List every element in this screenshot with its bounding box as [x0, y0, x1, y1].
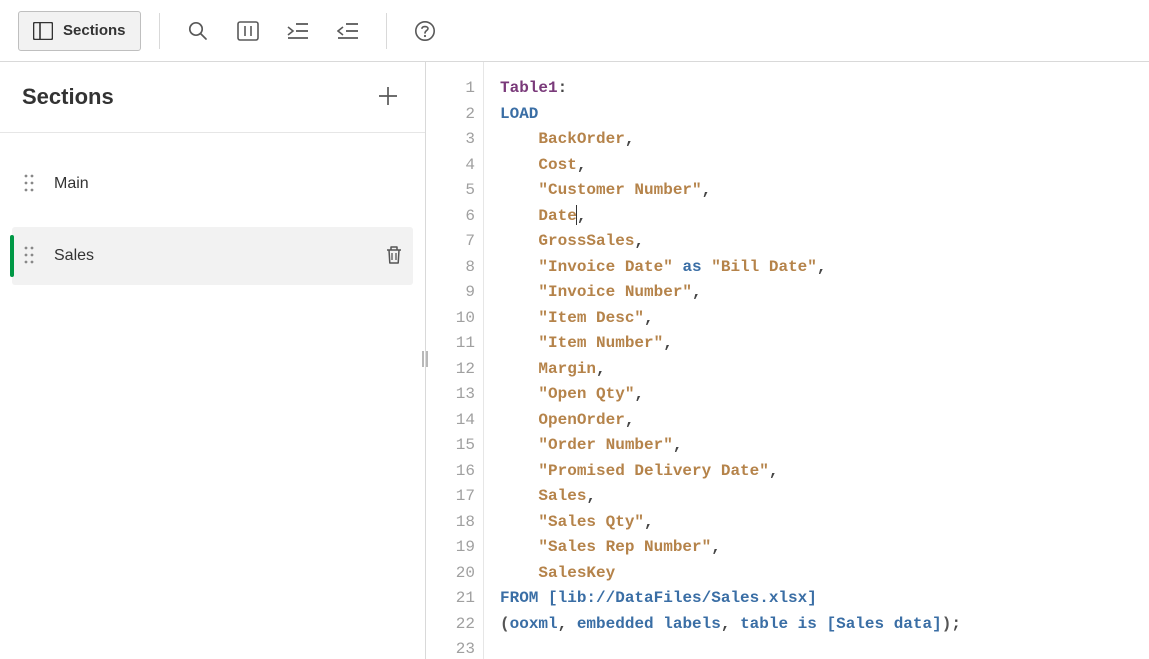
code-line[interactable]: SalesKey [500, 561, 1149, 587]
code-area[interactable]: Table1:LOAD BackOrder, Cost, "Customer N… [484, 62, 1149, 659]
help-icon [414, 20, 436, 42]
code-line[interactable]: Date, [500, 204, 1149, 230]
code-line[interactable]: Margin, [500, 357, 1149, 383]
code-line[interactable]: "Sales Qty", [500, 510, 1149, 536]
line-number: 9 [426, 280, 475, 306]
panel-icon [33, 22, 53, 40]
code-line[interactable]: "Item Number", [500, 331, 1149, 357]
outdent-icon [337, 22, 359, 40]
divider [159, 13, 160, 49]
code-line[interactable]: BackOrder, [500, 127, 1149, 153]
code-line[interactable]: "Customer Number", [500, 178, 1149, 204]
search-button[interactable] [178, 11, 218, 51]
sidebar-item-label: Main [54, 175, 403, 193]
help-button[interactable] [405, 11, 445, 51]
sidebar-header: Sections [0, 62, 425, 133]
sidebar: Sections Main Sales [0, 62, 426, 659]
outdent-button[interactable] [328, 11, 368, 51]
line-number: 15 [426, 433, 475, 459]
line-number: 7 [426, 229, 475, 255]
trash-icon [385, 252, 403, 268]
code-line[interactable]: "Invoice Date" as "Bill Date", [500, 255, 1149, 281]
delete-section-button[interactable] [385, 245, 403, 268]
sidebar-item-label: Sales [54, 247, 385, 265]
comment-icon [237, 21, 259, 41]
section-list: Main Sales [0, 133, 425, 299]
code-line[interactable]: GrossSales, [500, 229, 1149, 255]
code-line[interactable]: FROM [lib://DataFiles/Sales.xlsx] [500, 586, 1149, 612]
comment-toggle-button[interactable] [228, 11, 268, 51]
main: Sections MainSales 123456789101112131415… [0, 62, 1149, 659]
code-line[interactable]: Cost, [500, 153, 1149, 179]
plus-icon [378, 82, 398, 113]
line-number: 2 [426, 102, 475, 128]
code-line[interactable]: "Item Desc", [500, 306, 1149, 332]
code-line[interactable]: "Order Number", [500, 433, 1149, 459]
grip-icon [421, 351, 429, 370]
add-section-button[interactable] [373, 82, 403, 112]
code-editor[interactable]: 1234567891011121314151617181920212223 Ta… [426, 62, 1149, 659]
indent-button[interactable] [278, 11, 318, 51]
code-line[interactable] [500, 637, 1149, 659]
line-number: 14 [426, 408, 475, 434]
code-line[interactable]: LOAD [500, 102, 1149, 128]
line-number: 19 [426, 535, 475, 561]
sidebar-title: Sections [22, 84, 114, 110]
indent-icon [287, 22, 309, 40]
line-number: 16 [426, 459, 475, 485]
line-number: 18 [426, 510, 475, 536]
line-number: 23 [426, 637, 475, 659]
line-number: 12 [426, 357, 475, 383]
line-number: 20 [426, 561, 475, 587]
sidebar-item-sales[interactable]: Sales [12, 227, 413, 285]
line-number: 13 [426, 382, 475, 408]
line-gutter: 1234567891011121314151617181920212223 [426, 62, 484, 659]
code-line[interactable]: "Open Qty", [500, 382, 1149, 408]
line-number: 3 [426, 127, 475, 153]
line-number: 11 [426, 331, 475, 357]
divider [386, 13, 387, 49]
line-number: 6 [426, 204, 475, 230]
code-line[interactable]: (ooxml, embedded labels, table is [Sales… [500, 612, 1149, 638]
splitter-handle[interactable] [419, 352, 431, 370]
line-number: 4 [426, 153, 475, 179]
line-number: 21 [426, 586, 475, 612]
toolbar: Sections [0, 0, 1149, 62]
line-number: 5 [426, 178, 475, 204]
line-number: 1 [426, 76, 475, 102]
sections-panel-button[interactable]: Sections [18, 11, 141, 51]
code-line[interactable]: "Sales Rep Number", [500, 535, 1149, 561]
line-number: 17 [426, 484, 475, 510]
search-icon [188, 21, 208, 41]
code-line[interactable]: OpenOrder, [500, 408, 1149, 434]
drag-handle-icon[interactable] [24, 246, 34, 267]
sidebar-item-main[interactable]: Main [12, 155, 413, 213]
drag-handle-icon[interactable] [24, 174, 34, 195]
line-number: 8 [426, 255, 475, 281]
code-line[interactable]: Table1: [500, 76, 1149, 102]
code-line[interactable]: Sales, [500, 484, 1149, 510]
code-line[interactable]: "Invoice Number", [500, 280, 1149, 306]
code-line[interactable]: "Promised Delivery Date", [500, 459, 1149, 485]
sections-panel-label: Sections [63, 22, 126, 39]
line-number: 22 [426, 612, 475, 638]
line-number: 10 [426, 306, 475, 332]
